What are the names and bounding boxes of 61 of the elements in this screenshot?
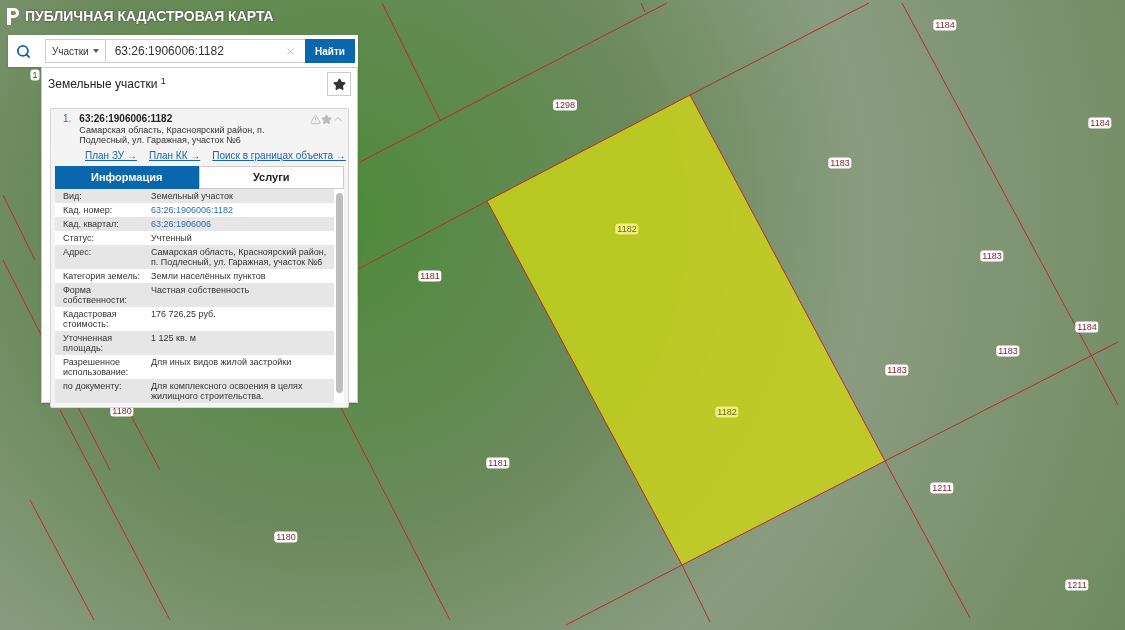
parcel-number-label: 1181 <box>486 457 510 469</box>
field-value: Для комплексного освоения в целях жилищного строительства. <box>151 381 304 401</box>
parcel-number-label: 1183 <box>996 345 1020 357</box>
warning-icon[interactable] <box>310 113 321 125</box>
field-value: 176 726,25 руб. <box>151 309 217 321</box>
category-dropdown[interactable]: Участки <box>45 39 106 63</box>
parcel-number-label: 1184 <box>933 19 957 31</box>
field-label: Кад. квартал: <box>62 219 120 229</box>
logo-icon <box>7 8 19 25</box>
parcel-number-label: 1183 <box>828 157 852 169</box>
field-label: по документу: <box>62 381 123 393</box>
field-label: Уточненная площадь: <box>62 333 114 353</box>
star-icon[interactable] <box>321 113 332 125</box>
field-label: Адрес: <box>62 247 93 259</box>
parcel-number-label: 1184 <box>1075 321 1099 333</box>
parcel-number-label: 1182 <box>715 406 739 418</box>
cadastral-number: 63:26:1906006:1182 <box>79 113 174 125</box>
field-label: Форма собственности: <box>62 285 129 305</box>
plan-link[interactable]: Поиск в границах объекта → <box>212 150 346 162</box>
field-label: Категория земель: <box>62 271 141 281</box>
field-value: Земли населённых пунктов <box>151 271 267 281</box>
app-title: ПУБЛИЧНАЯ КАДАСТРОВАЯ КАРТА <box>25 7 274 26</box>
selected-parcel[interactable] <box>486 94 886 566</box>
field-label: Разрешенное использование: <box>62 357 130 377</box>
field-value: Самарская область, Красноярский район, п. Подлесный, ул. Гаражная, участок №6 <box>151 247 328 267</box>
field-value: Частная собственность <box>151 285 251 297</box>
field-value[interactable]: 63:26:1906006 <box>151 219 216 229</box>
scrollbar[interactable] <box>335 193 343 393</box>
parcel-number-label: 1180 <box>274 531 298 543</box>
parcel-number-label: 1 <box>30 69 40 81</box>
parcel-number-label: 1211 <box>930 482 954 494</box>
parcel-number-label: 1181 <box>418 270 442 282</box>
parcel-number-label: 1183 <box>885 364 909 376</box>
search-icon[interactable] <box>16 43 31 59</box>
field-value: Для иных видов жилой застройки <box>151 357 293 369</box>
results-title: Земельные участки $^{1}$ <box>48 74 166 93</box>
info-tab[interactable]: Информация <box>55 166 199 189</box>
parcel-number-label: 1298 <box>553 99 577 111</box>
parcel-number-label: 1183 <box>980 250 1004 262</box>
info-tab[interactable]: Услуги <box>198 166 344 189</box>
search-field[interactable]: 63:26:1906006:1182 <box>105 39 305 63</box>
star-icon <box>332 77 346 91</box>
field-label: Кадастровая стоимость: <box>62 309 118 329</box>
field-value[interactable]: 63:26:1906006:1182 <box>151 205 237 215</box>
field-value: Земельный участок <box>151 191 234 201</box>
parcel-number-label: 1211 <box>1065 579 1089 591</box>
field-value: Учтенный <box>151 233 193 243</box>
parcel-number-label: 1184 <box>1088 117 1112 129</box>
parcel-number-label: 1182 <box>615 223 639 235</box>
caret-icon <box>92 49 99 53</box>
favorites-button[interactable] <box>327 72 351 96</box>
result-index: 1. <box>63 113 72 125</box>
field-label: Кад. номер: <box>62 205 114 215</box>
field-label: Вид: <box>62 191 83 201</box>
field-value: 1 125 кв. м <box>151 333 197 345</box>
find-button[interactable]: Найти <box>305 39 355 63</box>
plan-link[interactable]: План КК → <box>148 150 201 162</box>
field-label: Статус: <box>62 233 95 243</box>
plan-link[interactable]: План ЗУ → <box>85 150 137 162</box>
clear-icon[interactable] <box>285 45 296 57</box>
result-address: Самарская область, Красноярский район, п. Подлесный, ул. Гаражная, участок №6 <box>79 125 266 145</box>
